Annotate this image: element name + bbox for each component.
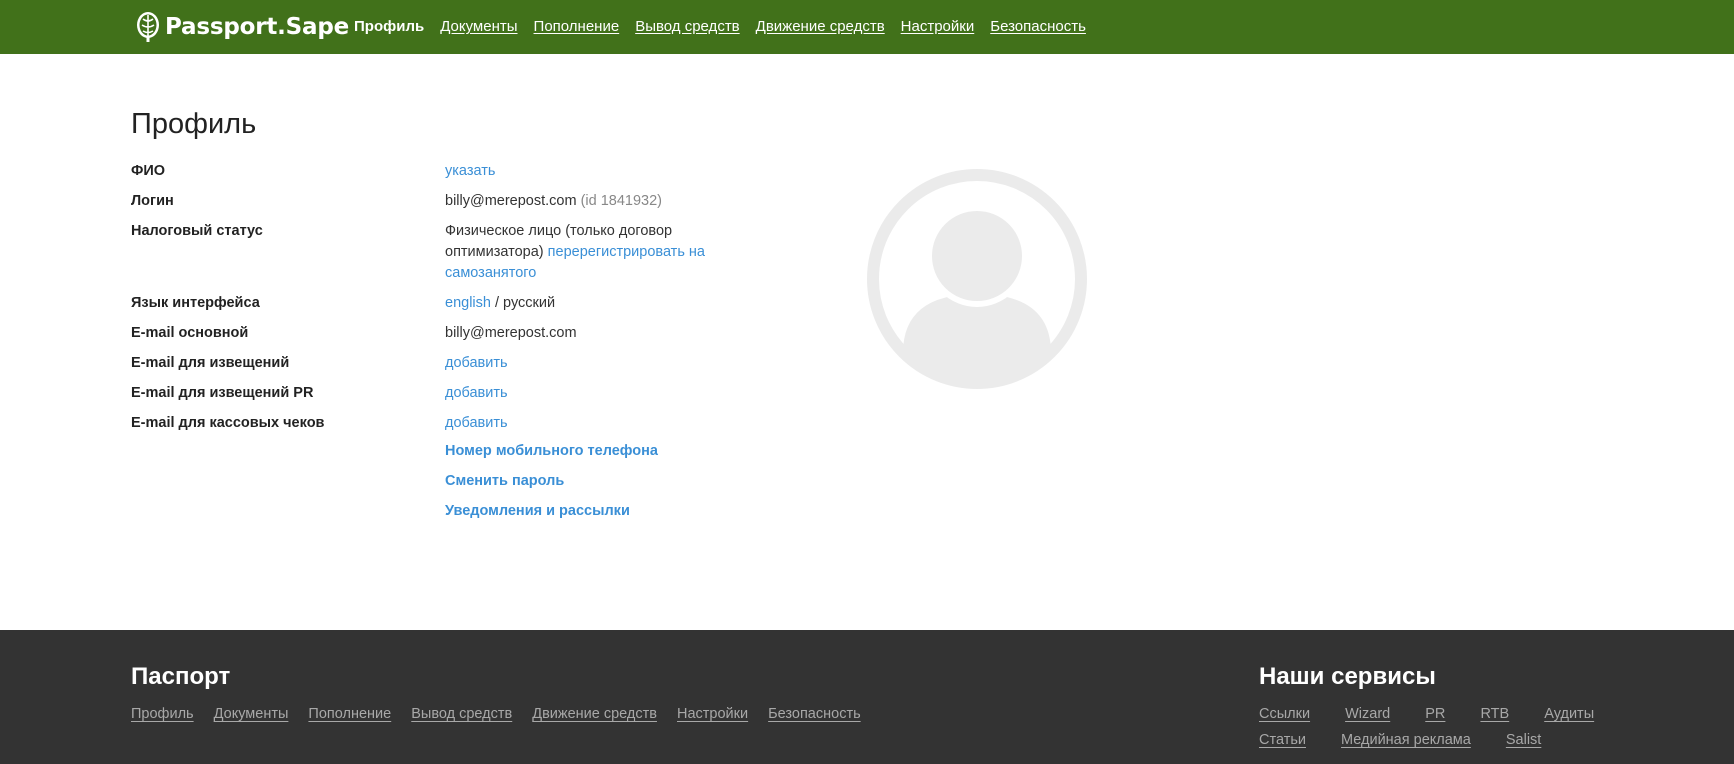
language-separator: / — [490, 295, 504, 311]
footer-link-settings[interactable]: Настройки — [677, 706, 748, 722]
email-notify-add-link[interactable]: добавить — [445, 355, 508, 371]
footer-passport-title: Паспорт — [131, 663, 231, 690]
footer-link-documents[interactable]: Документы — [214, 706, 289, 722]
nav-deposit[interactable]: Пополнение — [534, 18, 620, 35]
email-receipts-add-link[interactable]: добавить — [445, 415, 508, 431]
footer-service-rtb[interactable]: RTB — [1480, 706, 1509, 722]
fio-label: ФИО — [131, 163, 166, 179]
email-receipts-label: E-mail для кассовых чеков — [131, 415, 325, 431]
footer-link-profile[interactable]: Профиль — [131, 706, 194, 722]
notifications-link[interactable]: Уведомления и рассылки — [445, 503, 630, 519]
nav-documents[interactable]: Документы — [440, 18, 517, 35]
mobile-phone-link[interactable]: Номер мобильного телефона — [445, 443, 658, 459]
email-notify-pr-add-link[interactable]: добавить — [445, 385, 508, 401]
email-notify-label: E-mail для извещений — [131, 355, 290, 371]
page-title: Профиль — [131, 108, 257, 140]
user-id: (id 1841932) — [580, 193, 663, 209]
footer-service-media-ads[interactable]: Медийная реклама — [1341, 732, 1471, 748]
footer-service-salist[interactable]: Salist — [1506, 732, 1541, 748]
nav-transactions[interactable]: Движение средств — [756, 18, 885, 35]
email-main-value: billy@merepost.com — [445, 325, 577, 341]
footer-service-articles[interactable]: Статьи — [1259, 732, 1306, 748]
user-avatar-icon — [867, 169, 1087, 389]
footer: Паспорт Профиль Документы Пополнение Выв… — [0, 630, 1734, 764]
nav-security[interactable]: Безопасность — [990, 18, 1086, 35]
footer-service-wizard[interactable]: Wizard — [1345, 706, 1390, 722]
top-navigation-bar: Passport.Sape Профиль Документы Пополнен… — [0, 0, 1734, 54]
footer-service-pr[interactable]: PR — [1425, 706, 1445, 722]
footer-service-links[interactable]: Ссылки — [1259, 706, 1310, 722]
logo-text: Passport.Sape — [165, 13, 350, 40]
footer-link-transactions[interactable]: Движение средств — [532, 706, 657, 722]
fio-set-link[interactable]: указать — [445, 163, 495, 179]
footer-services-title: Наши сервисы — [1259, 663, 1436, 690]
footer-link-deposit[interactable]: Пополнение — [308, 706, 391, 722]
footer-services-row1: Ссылки Wizard PR RTB Аудиты — [1259, 706, 1625, 722]
sape-logo-icon — [137, 12, 159, 42]
language-english-link[interactable]: english — [445, 295, 491, 311]
tax-status-label: Налоговый статус — [131, 223, 263, 239]
change-password-link[interactable]: Сменить пароль — [445, 473, 564, 489]
login-label: Логин — [131, 193, 174, 209]
logo-link[interactable]: Passport.Sape — [134, 10, 349, 43]
language-label: Язык интерфейса — [131, 295, 260, 311]
email-main-label: E-mail основной — [131, 325, 249, 341]
email-notify-pr-label: E-mail для извещений PR — [131, 385, 314, 401]
top-nav: Профиль Документы Пополнение Вывод средс… — [354, 18, 1102, 35]
login-value: billy@merepost.com — [445, 193, 577, 209]
nav-profile[interactable]: Профиль — [354, 18, 424, 35]
footer-link-security[interactable]: Безопасность — [768, 706, 861, 722]
nav-settings[interactable]: Настройки — [901, 18, 975, 35]
footer-passport-links: Профиль Документы Пополнение Вывод средс… — [131, 706, 877, 722]
language-current: русский — [503, 295, 556, 311]
nav-withdrawal[interactable]: Вывод средств — [635, 18, 739, 35]
footer-services-row2: Статьи Медийная реклама Salist — [1259, 732, 1572, 748]
footer-service-audits[interactable]: Аудиты — [1544, 706, 1594, 722]
footer-link-withdrawal[interactable]: Вывод средств — [411, 706, 512, 722]
